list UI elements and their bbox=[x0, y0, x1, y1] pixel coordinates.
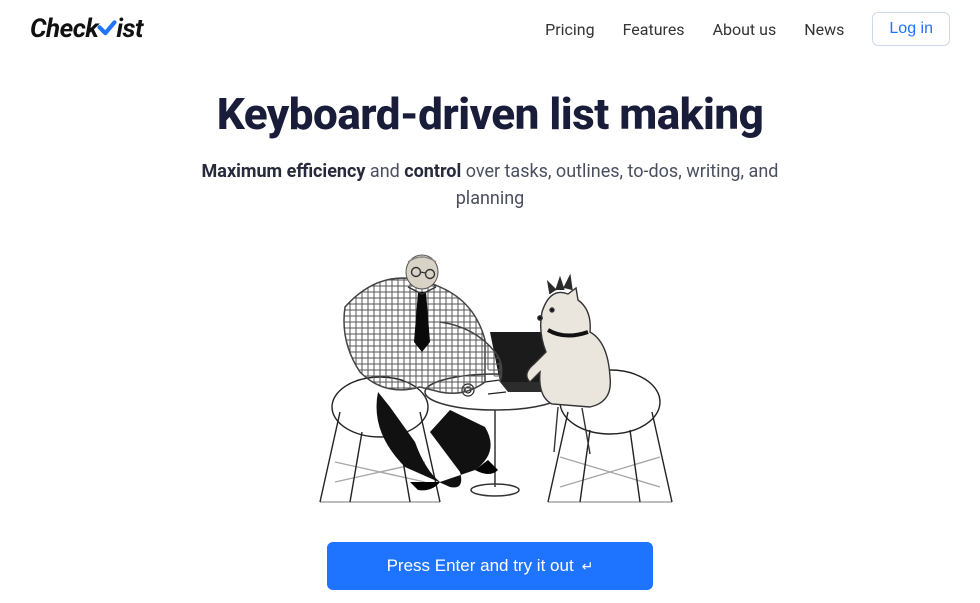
brand-part2: ist bbox=[116, 14, 143, 44]
nav-features[interactable]: Features bbox=[623, 20, 685, 39]
nav-news[interactable]: News bbox=[804, 20, 844, 39]
nav-pricing[interactable]: Pricing bbox=[545, 20, 595, 39]
hero-sub-bold1: Maximum efficiency bbox=[202, 161, 366, 182]
hero-title: Keyboard-driven list making bbox=[40, 88, 940, 140]
top-nav: Pricing Features About us News Log in bbox=[545, 12, 950, 46]
hero-sub-rest: over tasks, outlines, to-dos, writing, a… bbox=[456, 161, 779, 209]
enter-key-icon: ↵ bbox=[582, 558, 594, 575]
brand-part1: Check bbox=[30, 14, 98, 44]
hero-sub-mid1: and bbox=[365, 161, 404, 182]
check-icon bbox=[97, 14, 117, 44]
hero-illustration bbox=[290, 232, 690, 532]
site-header: Check ist Pricing Features About us News … bbox=[0, 0, 980, 58]
hero-sub-bold2: control bbox=[404, 161, 461, 182]
try-it-button[interactable]: Press Enter and try it out ↵ bbox=[327, 542, 654, 590]
cta-label: Press Enter and try it out bbox=[387, 556, 574, 576]
hero-subtitle: Maximum efficiency and control over task… bbox=[180, 158, 800, 212]
cta-wrap: Press Enter and try it out ↵ bbox=[40, 542, 940, 590]
nav-about[interactable]: About us bbox=[713, 20, 777, 39]
brand-logo[interactable]: Check ist bbox=[30, 14, 143, 44]
hero-section: Keyboard-driven list making Maximum effi… bbox=[0, 58, 980, 590]
login-button[interactable]: Log in bbox=[872, 12, 950, 46]
